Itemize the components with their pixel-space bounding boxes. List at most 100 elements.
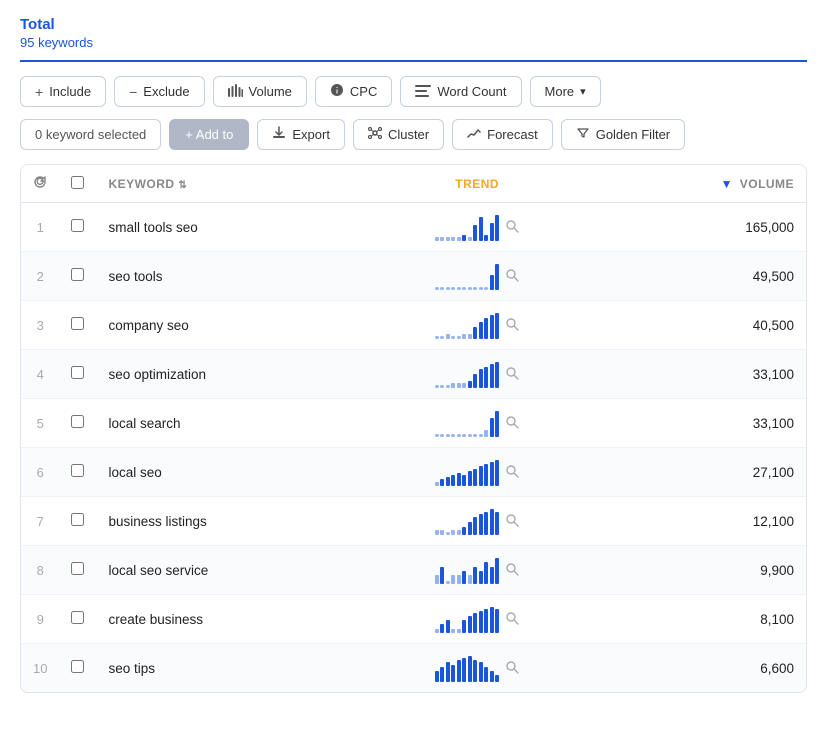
row-number: 8 [21, 546, 59, 595]
row-number: 7 [21, 497, 59, 546]
export-icon [272, 126, 286, 143]
exclude-button[interactable]: − Exclude [114, 76, 204, 107]
export-button[interactable]: Export [257, 119, 345, 150]
plus-icon: + [35, 84, 43, 100]
cluster-label: Cluster [388, 127, 429, 142]
row-number: 1 [21, 203, 59, 252]
row-checkbox[interactable] [71, 219, 84, 232]
trend-search-icon[interactable] [505, 366, 519, 383]
more-button[interactable]: More ▾ [530, 76, 601, 107]
volume-icon [228, 84, 243, 100]
table-row: 6local seo27,100 [21, 448, 806, 497]
export-label: Export [292, 127, 330, 142]
header-title: Total [20, 16, 807, 33]
volume-button[interactable]: Volume [213, 76, 307, 107]
volume-cell: 33,100 [615, 350, 806, 399]
add-to-button[interactable]: + Add to [169, 119, 249, 150]
golden-filter-button[interactable]: Golden Filter [561, 119, 685, 150]
row-checkbox[interactable] [71, 562, 84, 575]
row-checkbox-cell [59, 203, 96, 252]
golden-filter-icon [576, 126, 590, 143]
row-number: 2 [21, 252, 59, 301]
trend-chart [435, 213, 500, 241]
row-checkbox-cell [59, 644, 96, 693]
keyword-col-header[interactable]: KEYWORD ⇅ [96, 165, 339, 203]
row-checkbox[interactable] [71, 660, 84, 673]
volume-cell: 9,900 [615, 546, 806, 595]
trend-cell [340, 546, 615, 595]
keyword-cell: create business [96, 595, 339, 644]
volume-cell: 40,500 [615, 301, 806, 350]
keyword-table: KEYWORD ⇅ TREND ▼ VOLUME 1small tools se… [20, 164, 807, 693]
row-checkbox[interactable] [71, 415, 84, 428]
volume-cell: 33,100 [615, 399, 806, 448]
trend-cell [340, 350, 615, 399]
trend-cell [340, 301, 615, 350]
trend-chart [435, 262, 500, 290]
volume-cell: 6,600 [615, 644, 806, 693]
volume-col-header[interactable]: ▼ VOLUME [615, 165, 806, 203]
wordcount-icon [415, 84, 431, 100]
row-checkbox[interactable] [71, 513, 84, 526]
volume-cell: 49,500 [615, 252, 806, 301]
cpc-button[interactable]: CPC [315, 76, 392, 107]
row-checkbox-cell [59, 252, 96, 301]
trend-chart [435, 360, 500, 388]
trend-chart [435, 556, 500, 584]
table-row: 8 local seo service 9,900 [21, 546, 806, 595]
trend-cell [340, 497, 615, 546]
row-checkbox[interactable] [71, 317, 84, 330]
sort-icon: ⇅ [178, 180, 187, 191]
trend-label: TREND [455, 177, 499, 191]
table-row: 10seo tips6,600 [21, 644, 806, 693]
keyword-selected-button[interactable]: 0 keyword selected [20, 119, 161, 150]
keyword-cell: local search [96, 399, 339, 448]
golden-filter-label: Golden Filter [596, 127, 670, 142]
table-row: 2seo tools49,500 [21, 252, 806, 301]
keyword-cell: local seo service [96, 546, 339, 595]
select-all-checkbox[interactable] [71, 176, 84, 189]
forecast-button[interactable]: Forecast [452, 119, 553, 150]
trend-search-icon[interactable] [505, 513, 519, 530]
trend-search-icon[interactable] [505, 268, 519, 285]
header-subtitle: 95 keywords [20, 35, 807, 50]
refresh-col-header [21, 165, 59, 203]
row-checkbox[interactable] [71, 464, 84, 477]
row-checkbox-cell [59, 399, 96, 448]
volume-label: Volume [249, 84, 292, 99]
keyword-cell: local seo [96, 448, 339, 497]
table-row: 5local search33,100 [21, 399, 806, 448]
trend-chart [435, 605, 500, 633]
trend-search-icon[interactable] [505, 415, 519, 432]
cluster-button[interactable]: Cluster [353, 119, 444, 150]
volume-cell: 12,100 [615, 497, 806, 546]
trend-search-icon[interactable] [505, 611, 519, 628]
row-number: 3 [21, 301, 59, 350]
more-label: More [545, 84, 575, 99]
trend-cell [340, 448, 615, 497]
trend-search-icon[interactable] [505, 562, 519, 579]
table-row: 4seo optimization33,100 [21, 350, 806, 399]
wordcount-button[interactable]: Word Count [400, 76, 521, 107]
table-row: 3company seo40,500 [21, 301, 806, 350]
chevron-down-icon: ▾ [580, 85, 586, 98]
trend-chart [435, 507, 500, 535]
trend-search-icon[interactable] [505, 219, 519, 236]
trend-cell [340, 252, 615, 301]
row-checkbox[interactable] [71, 366, 84, 379]
check-col-header [59, 165, 96, 203]
row-checkbox-cell [59, 595, 96, 644]
table-row: 1small tools seo165,000 [21, 203, 806, 252]
refresh-icon[interactable] [33, 178, 47, 192]
trend-chart [435, 409, 500, 437]
keyword-cell: seo tips [96, 644, 339, 693]
row-checkbox[interactable] [71, 611, 84, 624]
trend-search-icon[interactable] [505, 317, 519, 334]
exclude-label: Exclude [143, 84, 189, 99]
trend-cell [340, 203, 615, 252]
trend-search-icon[interactable] [505, 660, 519, 677]
include-label: Include [49, 84, 91, 99]
row-checkbox[interactable] [71, 268, 84, 281]
trend-search-icon[interactable] [505, 464, 519, 481]
include-button[interactable]: + Include [20, 76, 106, 107]
